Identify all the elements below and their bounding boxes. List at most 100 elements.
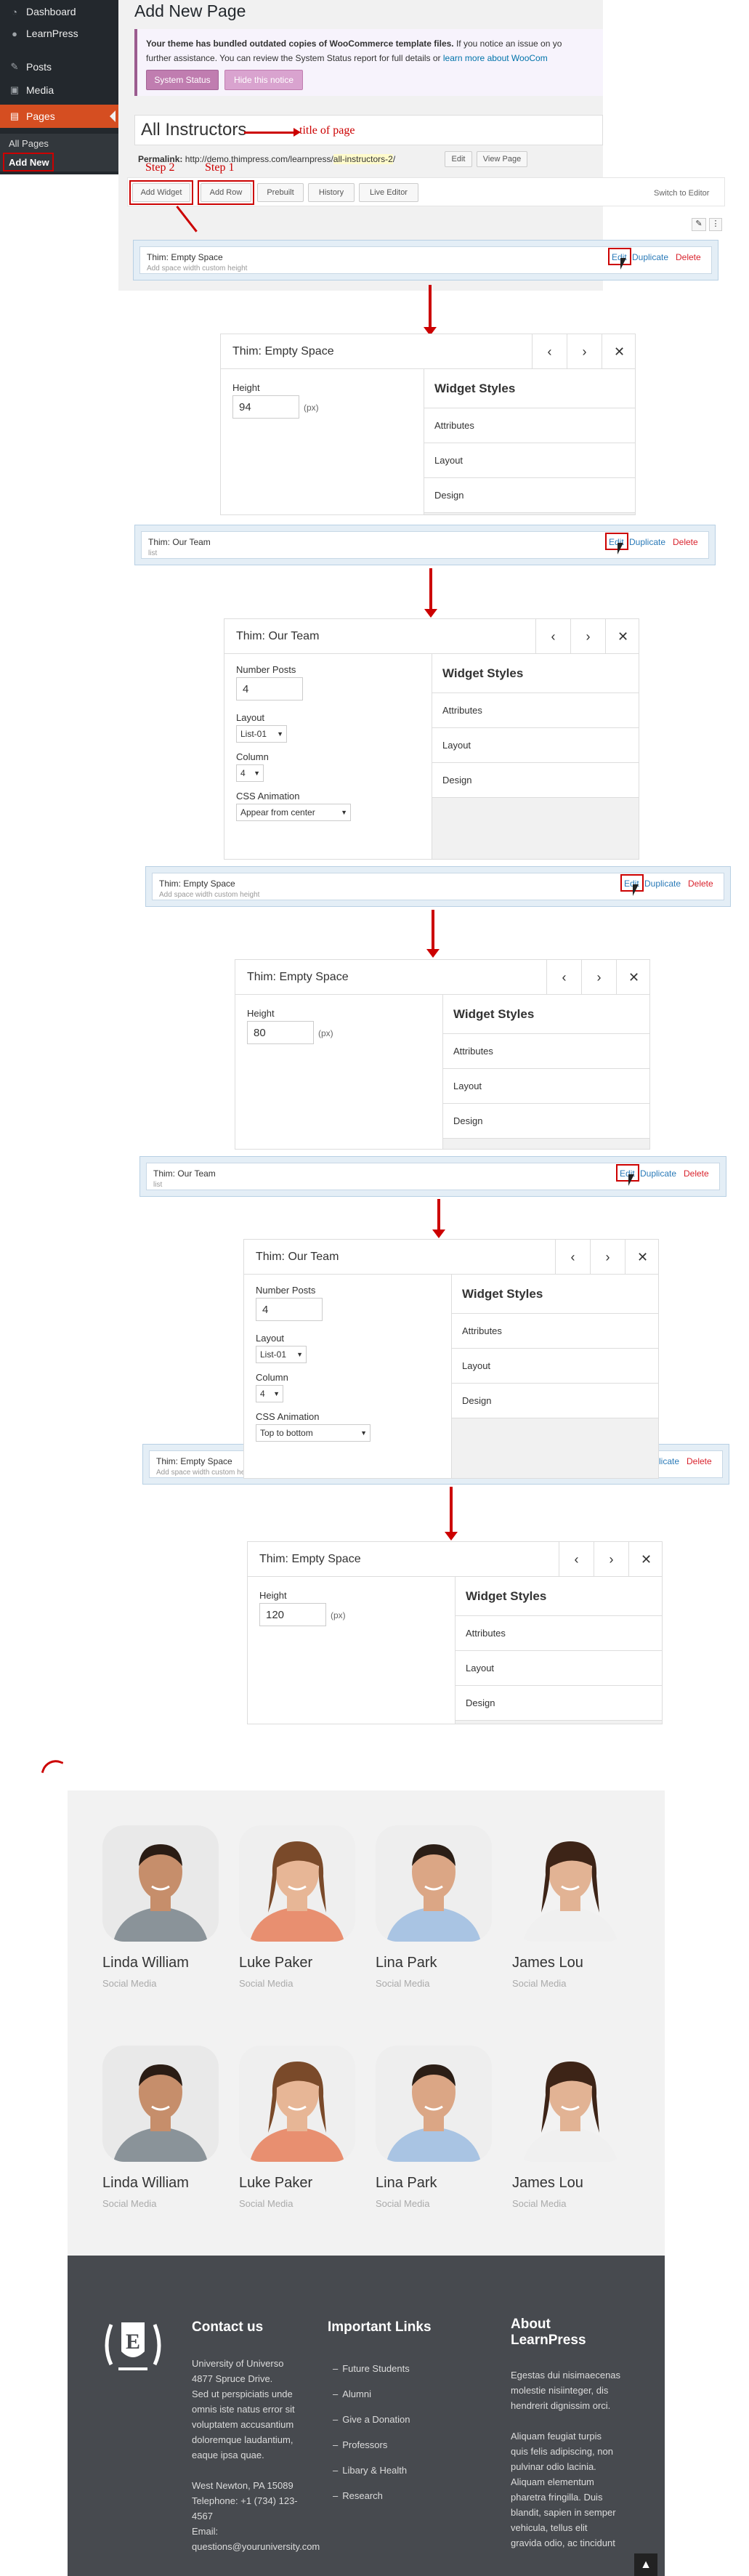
delete-link[interactable]: Delete [684, 1168, 709, 1179]
prev-button[interactable]: ‹ [555, 1240, 590, 1275]
number-posts-input[interactable]: 4 [256, 1298, 323, 1321]
next-button[interactable]: › [581, 960, 616, 995]
column-select[interactable]: 4 ▼ [256, 1385, 283, 1402]
sidebar-item-dashboard[interactable]: ◔ Dashboard [0, 0, 118, 23]
layout-select[interactable]: List-01 ▼ [236, 725, 287, 743]
footer-link[interactable]: – Alumni [333, 2389, 371, 2399]
permalink-edit-button[interactable]: Edit [445, 151, 472, 167]
hide-notice-button[interactable]: Hide this notice [224, 70, 303, 90]
team-member[interactable]: Linda William Social Media [102, 1825, 219, 2000]
team-member[interactable]: James Lou Social Media [512, 1825, 628, 2000]
prebuilt-button[interactable]: Prebuilt [257, 183, 304, 202]
pages-icon: ▤ [9, 110, 20, 121]
widget-styles-item[interactable]: Attributes [452, 1314, 658, 1349]
prev-button[interactable]: ‹ [559, 1542, 594, 1577]
notice-bold: Your theme has bundled outdated copies o… [146, 39, 454, 49]
next-button[interactable]: › [590, 1240, 625, 1275]
back-to-top-button[interactable]: ▲ [634, 2553, 657, 2576]
widget-styles-item[interactable]: Design [452, 1384, 658, 1418]
close-button[interactable]: ✕ [625, 1240, 660, 1275]
prev-button[interactable]: ‹ [535, 619, 570, 654]
duplicate-link[interactable]: Duplicate [644, 879, 681, 889]
live-editor-button[interactable]: Live Editor [359, 183, 418, 202]
height-input[interactable]: 120 [259, 1603, 326, 1626]
widget-styles-item[interactable]: Design [443, 1104, 649, 1139]
close-button[interactable]: ✕ [628, 1542, 663, 1577]
footer-link[interactable]: – Give a Donation [333, 2414, 410, 2425]
sidebar-item-media[interactable]: ▣ Media [0, 78, 118, 102]
sidebar-subitem-all-pages[interactable]: All Pages [0, 134, 118, 153]
history-button[interactable]: History [308, 183, 355, 202]
annotation-arrow [445, 1487, 458, 1541]
animation-select[interactable]: Appear from center ▼ [236, 804, 351, 821]
widget-styles-item[interactable]: Attributes [443, 1034, 649, 1069]
next-button[interactable]: › [594, 1542, 628, 1577]
member-role: Social Media [239, 1978, 293, 1989]
widget-styles-item[interactable]: Design [432, 763, 639, 798]
next-button[interactable]: › [567, 334, 602, 369]
switch-editor-link[interactable]: Switch to Editor [654, 189, 709, 198]
height-input[interactable]: 80 [247, 1021, 314, 1044]
widget-styles-item[interactable]: Design [424, 478, 635, 513]
widget-styles-title: Widget Styles [443, 995, 649, 1034]
animation-select[interactable]: Top to bottom ▼ [256, 1424, 371, 1442]
dialog-title: Thim: Empty Space [247, 971, 349, 983]
footer-link[interactable]: – Research [333, 2490, 383, 2501]
team-member[interactable]: Lina Park Social Media [376, 1825, 492, 2000]
delete-link[interactable]: Delete [676, 252, 701, 262]
widget-styles-item[interactable]: Attributes [432, 693, 639, 728]
number-posts-input[interactable]: 4 [236, 677, 303, 700]
sidebar-item-learnpress[interactable]: ● LearnPress [0, 22, 118, 45]
team-member[interactable]: Luke Paker Social Media [239, 2046, 355, 2220]
duplicate-link[interactable]: Duplicate [640, 1168, 676, 1179]
team-member[interactable]: James Lou Social Media [512, 2046, 628, 2220]
height-input[interactable]: 94 [232, 395, 299, 419]
footer-link[interactable]: – Professors [333, 2439, 387, 2450]
widget-styles-item[interactable]: Layout [432, 728, 639, 763]
history-label: History [318, 188, 344, 197]
row-move-icon[interactable]: ⋮ [709, 218, 722, 231]
delete-link[interactable]: Delete [688, 879, 713, 889]
chevron-left-icon: ‹ [574, 1551, 579, 1567]
row-edit-icon[interactable]: ✎ [692, 218, 706, 231]
duplicate-link[interactable]: Duplicate [632, 252, 668, 262]
prev-button[interactable]: ‹ [546, 960, 581, 995]
close-button[interactable]: ✕ [605, 619, 640, 654]
delete-link[interactable]: Delete [687, 1456, 712, 1466]
widget-styles-item[interactable]: Layout [456, 1651, 662, 1686]
layout-select[interactable]: List-01 ▼ [256, 1346, 307, 1363]
system-status-button[interactable]: System Status [146, 70, 219, 90]
view-page-button[interactable]: View Page [477, 151, 527, 167]
duplicate-link[interactable]: Duplicate [629, 537, 665, 547]
person-portrait [512, 1825, 628, 1942]
dash-icon: – [333, 2490, 339, 2501]
widget-row[interactable]: Thim: Empty Space Add space width custom … [133, 240, 718, 280]
widget-styles-item[interactable]: Attributes [424, 408, 635, 443]
widget-styles-item[interactable]: Layout [452, 1349, 658, 1384]
widget-styles-item[interactable]: Layout [424, 443, 635, 478]
prev-button[interactable]: ‹ [532, 334, 567, 369]
team-member[interactable]: Luke Paker Social Media [239, 1825, 355, 2000]
widget-styles-item[interactable]: Attributes [456, 1616, 662, 1651]
widget-styles-item[interactable]: Design [456, 1686, 662, 1721]
member-photo [512, 2046, 628, 2162]
dash-icon: – [333, 2363, 339, 2374]
team-member[interactable]: Linda William Social Media [102, 2046, 219, 2220]
close-button[interactable]: ✕ [602, 334, 636, 369]
close-button[interactable]: ✕ [616, 960, 651, 995]
team-member[interactable]: Lina Park Social Media [376, 2046, 492, 2220]
page-title-input[interactable]: All Instructors [134, 115, 603, 145]
sidebar-item-pages[interactable]: ▤ Pages [0, 105, 118, 128]
widget-styles-item[interactable]: Layout [443, 1069, 649, 1104]
widget-row[interactable]: Thim: Empty Space Add space width custom … [145, 866, 731, 907]
column-select[interactable]: 4 ▼ [236, 764, 264, 782]
widget-row[interactable]: Thim: Our Team list Edit Duplicate Delete [139, 1156, 726, 1197]
page-heading: Add New Page [134, 1, 246, 20]
sidebar-item-posts[interactable]: ✎ Posts [0, 55, 118, 78]
next-button[interactable]: › [570, 619, 605, 654]
footer-link[interactable]: – Future Students [333, 2363, 410, 2374]
footer-link[interactable]: – Libary & Health [333, 2465, 407, 2476]
notice-link[interactable]: learn more about WooCom [443, 53, 548, 63]
delete-link[interactable]: Delete [673, 537, 698, 547]
widget-row[interactable]: Thim: Our Team list Edit Duplicate Delete [134, 525, 716, 565]
